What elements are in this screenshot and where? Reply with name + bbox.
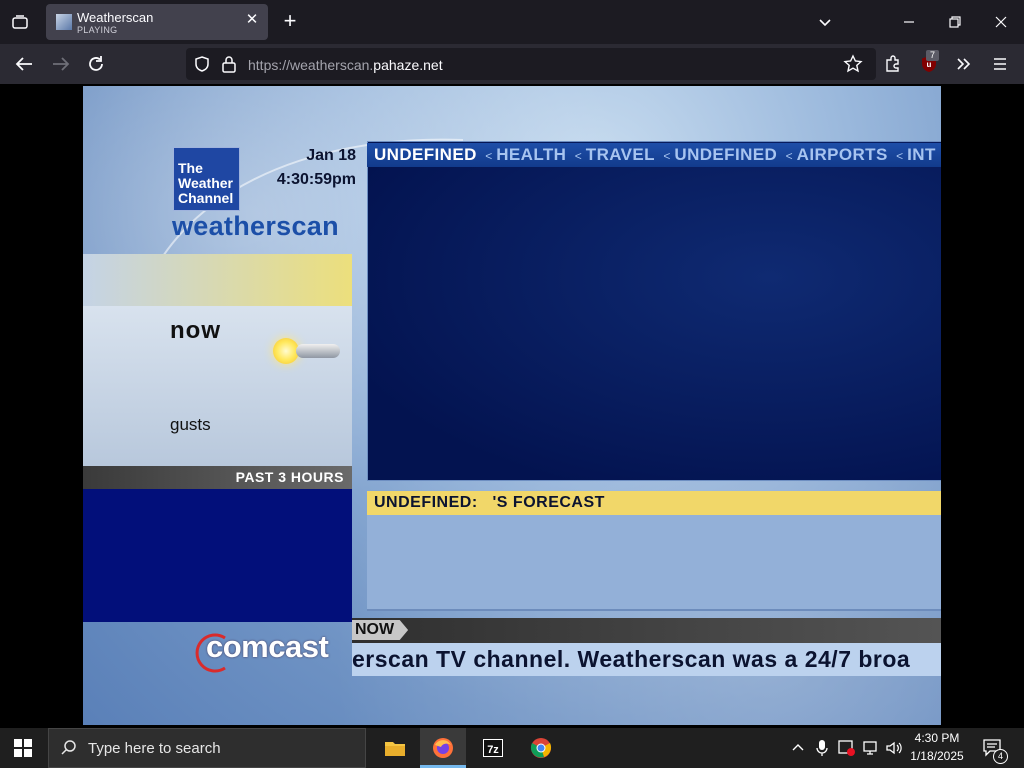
- search-icon: [60, 739, 78, 757]
- 7zip-icon[interactable]: 7z: [470, 728, 516, 768]
- forward-icon[interactable]: [50, 54, 72, 74]
- segment-ticker: UNDEFINED < HEALTH < TRAVEL < UNDEFINED < AI…: [367, 143, 941, 167]
- chrome-icon[interactable]: [518, 728, 564, 768]
- url-text[interactable]: https://weatherscan.pahaze.net: [248, 57, 443, 73]
- notification-count-badge: 4: [993, 749, 1008, 764]
- forecast-label: UNDEFINED: 'S FORECAST: [374, 494, 605, 511]
- now-panel-header: [83, 254, 352, 306]
- chevron-left-icon: <: [896, 149, 904, 163]
- clock-date[interactable]: 1/18/2025: [904, 749, 970, 763]
- logo-line-1: The: [178, 160, 203, 176]
- chevron-left-icon: <: [785, 149, 793, 163]
- crawl-header-strip: [352, 618, 941, 643]
- more-tools-icon[interactable]: [954, 54, 974, 74]
- file-explorer-icon[interactable]: [372, 728, 418, 768]
- url-domain: pahaze.net: [373, 57, 443, 73]
- current-time: 4:30:59pm: [276, 171, 356, 188]
- cloud-icon: [296, 344, 340, 358]
- past-hours-label: PAST 3 HOURS: [235, 469, 344, 485]
- gusts-label: gusts: [170, 415, 211, 434]
- hamburger-menu-icon[interactable]: [990, 54, 1010, 74]
- lock-icon[interactable]: [221, 55, 237, 73]
- microphone-icon[interactable]: [815, 739, 829, 757]
- tab-audio-status: PLAYING: [77, 25, 118, 35]
- logo-line-3: Channel: [178, 190, 234, 206]
- chevron-left-icon: <: [485, 149, 493, 163]
- tab-title: Weatherscan: [77, 10, 154, 25]
- weatherscan-wordmark: weatherscan: [172, 211, 339, 241]
- tab-weatherscan[interactable]: Weatherscan PLAYING ✕: [46, 4, 268, 40]
- extension-count-badge: 7: [926, 50, 939, 61]
- search-placeholder[interactable]: Type here to search: [88, 740, 221, 757]
- ticker-item: UNDEFINED: [674, 145, 778, 164]
- ticker-item: HEALTH: [496, 145, 567, 164]
- ticker-item: AIRPORTS: [796, 145, 888, 164]
- tracking-protection-icon[interactable]: [193, 55, 211, 73]
- now-label: now: [170, 317, 221, 344]
- volume-icon[interactable]: [885, 739, 903, 757]
- new-tab-icon[interactable]: +: [279, 10, 301, 32]
- url-prefix: https://weatherscan.: [248, 57, 374, 73]
- restore-icon[interactable]: [945, 12, 965, 32]
- security-alert-icon[interactable]: [837, 739, 857, 757]
- bookmark-star-icon[interactable]: [843, 54, 863, 74]
- past-hours-panel: [83, 489, 352, 622]
- weatherscan-viewport: The Weather Channel weatherscan Jan 18 4…: [83, 86, 941, 725]
- svg-text:u: u: [927, 60, 932, 69]
- network-icon[interactable]: [862, 739, 880, 757]
- sponsor-logo: comcast: [206, 629, 329, 664]
- firefox-icon[interactable]: [420, 728, 466, 768]
- chevron-left-icon: <: [663, 149, 671, 163]
- current-date: Jan 18: [306, 147, 356, 164]
- back-icon[interactable]: [13, 54, 35, 74]
- reload-icon[interactable]: [86, 54, 106, 74]
- now-tag: NOW: [352, 620, 409, 640]
- windows-start-icon[interactable]: [14, 739, 32, 757]
- forecast-panel: [367, 515, 941, 611]
- weather-channel-logo: The Weather Channel: [173, 147, 240, 211]
- clock-time[interactable]: 4:30 PM: [904, 731, 970, 745]
- weatherscan-favicon-icon: [56, 14, 72, 30]
- tab-bar: Weatherscan PLAYING ✕ +: [0, 0, 1024, 44]
- logo-line-2: Weather: [178, 175, 233, 191]
- ticker-item: TRAVEL: [585, 145, 655, 164]
- minimize-icon[interactable]: [899, 12, 919, 32]
- extensions-puzzle-icon[interactable]: [883, 54, 903, 74]
- chevron-left-icon: <: [574, 149, 582, 163]
- crawl-text: erscan TV channel. Weatherscan was a 24/…: [352, 646, 911, 672]
- show-hidden-icons-chevron-icon[interactable]: [790, 739, 806, 757]
- close-window-icon[interactable]: [991, 12, 1011, 32]
- list-all-tabs-icon[interactable]: [815, 12, 835, 32]
- tab-list-icon[interactable]: [10, 12, 30, 32]
- main-display-panel: [367, 141, 941, 481]
- close-tab-icon[interactable]: ✕: [244, 12, 260, 28]
- svg-text:7z: 7z: [487, 744, 499, 756]
- ticker-active-item: UNDEFINED: [374, 145, 477, 164]
- text-crawl: erscan TV channel. Weatherscan was a 24/…: [352, 643, 941, 676]
- ticker-item: INT: [907, 145, 936, 164]
